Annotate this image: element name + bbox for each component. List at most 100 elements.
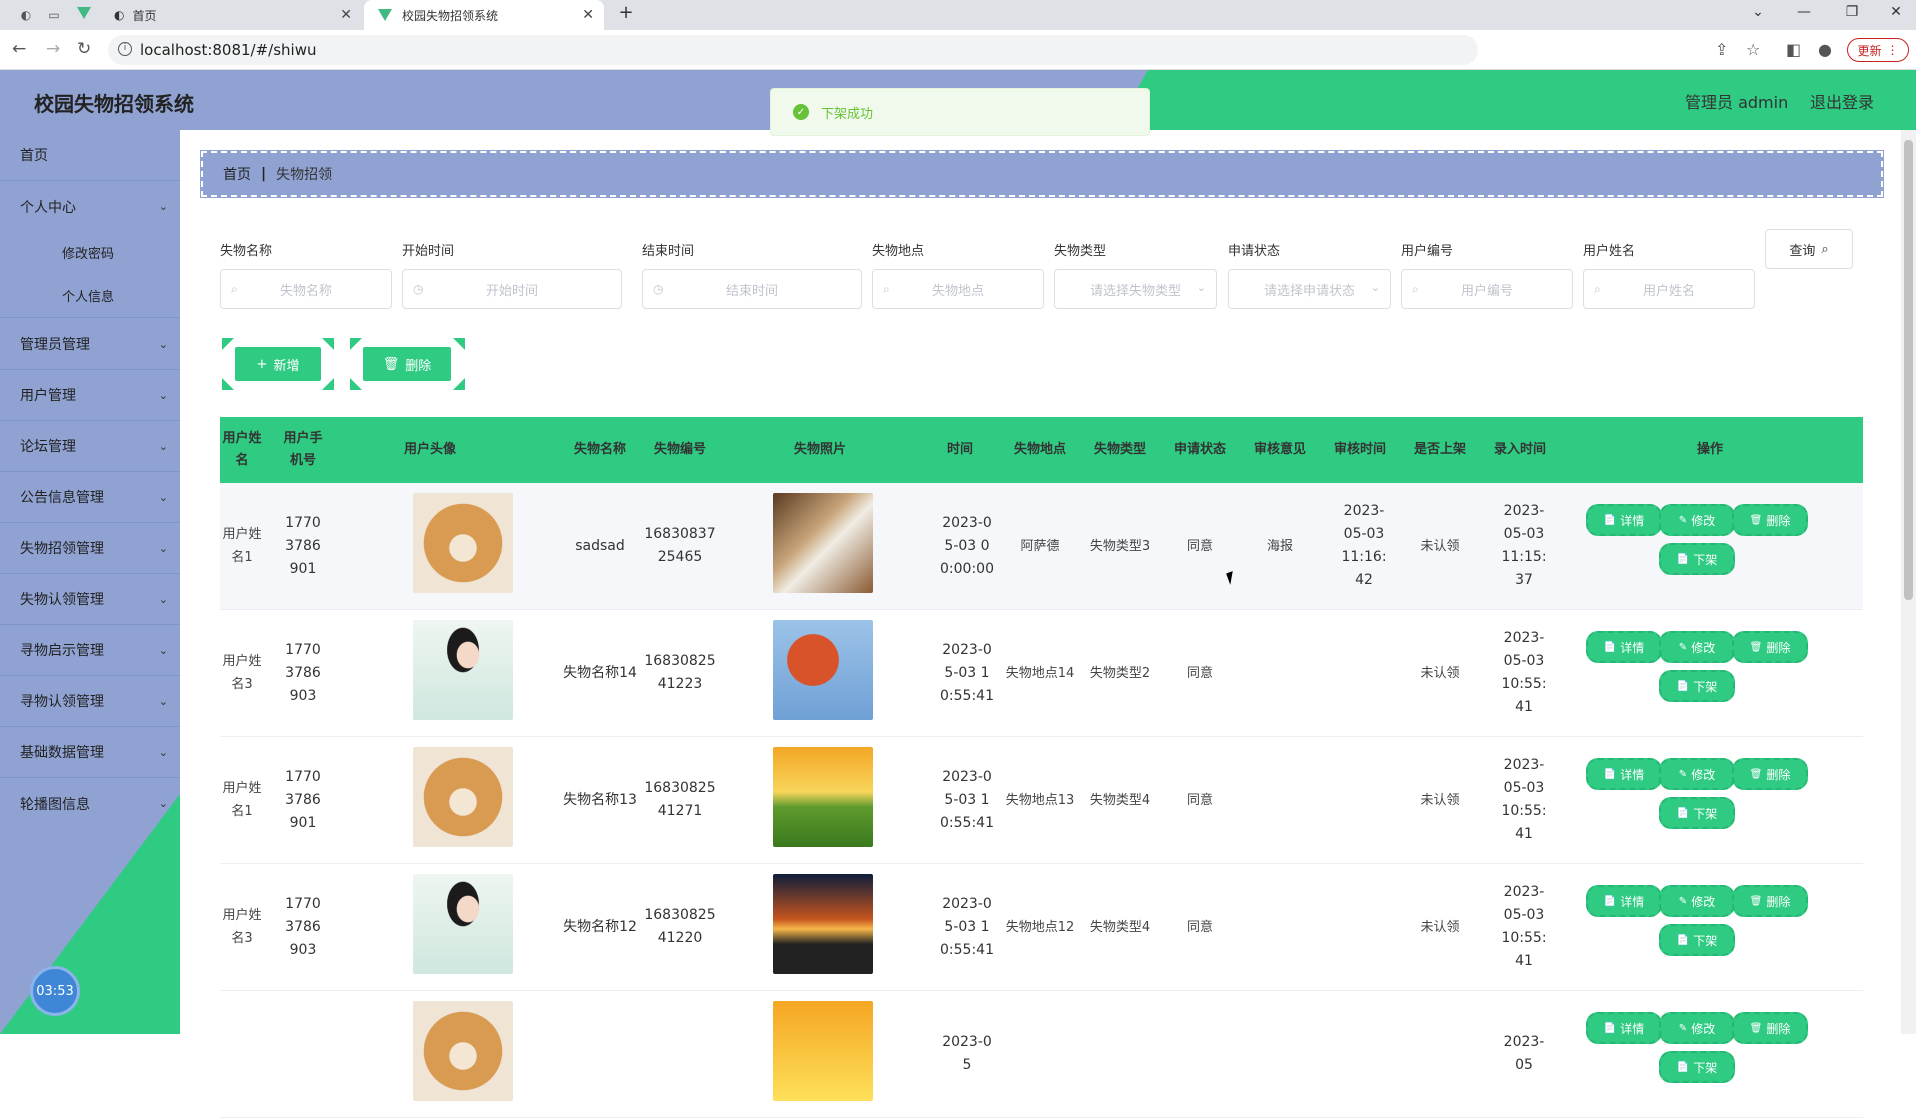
globe-icon[interactable]: ◐ [18,7,34,23]
profile-icon[interactable]: ● [1818,40,1832,59]
apply-status-select[interactable]: 请选择申请状态 ⌄ [1228,269,1391,309]
sidebar-item-user-mgmt[interactable]: 用户管理 ⌄ [0,370,180,421]
chevron-down-icon: ⌄ [158,337,168,351]
item-photo[interactable] [773,620,873,720]
sidebar-item-forum-mgmt[interactable]: 论坛管理 ⌄ [0,421,180,472]
input-placeholder: 用户编号 [1460,283,1513,299]
cell-item-name: 失物名称13 [563,791,637,808]
update-button[interactable]: 更新 ⋮ [1847,38,1909,62]
batch-delete-button[interactable]: 🗑 删除 [363,347,451,381]
chevron-down-icon[interactable]: ⌄ [1744,4,1772,20]
close-icon[interactable]: ✕ [340,7,352,23]
avatar-image[interactable] [413,1001,513,1101]
delete-button[interactable]: 🗑 删除 [1732,504,1808,536]
op-label: 下架 [1693,1060,1718,1075]
cell-user-name: 用户姓名1 [222,781,262,819]
sidebar-item-admin-mgmt[interactable]: 管理员管理 ⌄ [0,319,180,370]
sidebar-item-label: 首页 [20,148,48,164]
sidebar-item-personal-center[interactable]: 个人中心 ⌄ [0,181,180,232]
new-tab-icon[interactable]: + [612,2,640,23]
query-button[interactable]: 查询 ⌕ [1765,229,1853,269]
delete-button[interactable]: 🗑 删除 [1732,885,1808,917]
url-field[interactable]: i localhost:8081/#/shiwu [108,35,1478,65]
delete-button[interactable]: 🗑 删除 [1732,1012,1808,1044]
detail-button[interactable]: 📄 详情 [1586,885,1662,917]
start-time-input[interactable]: ◷ 开始时间 [402,269,622,309]
share-icon[interactable]: ⇪ [1715,40,1728,59]
vue-icon[interactable] [76,5,92,21]
avatar-image[interactable] [413,493,513,593]
document-icon: 📄 [1603,514,1617,526]
sidebar-item-carousel[interactable]: 轮播图信息 ⌄ [0,778,180,829]
cell-apply-status [1160,991,1240,1117]
edit-button[interactable]: ✎ 修改 [1659,504,1735,536]
sidepanel-icon[interactable]: ◧ [1786,40,1801,59]
detail-button[interactable]: 📄 详情 [1586,504,1662,536]
clock-icon: ◷ [653,282,664,296]
offshelf-button[interactable]: 📄 下架 [1659,670,1735,702]
sidebar-item-base-data-mgmt[interactable]: 基础数据管理 ⌄ [0,727,180,778]
detail-button[interactable]: 📄 详情 [1586,1012,1662,1044]
detail-button[interactable]: 📄 详情 [1586,631,1662,663]
sidebar-sub-change-password[interactable]: 修改密码 [0,230,180,274]
back-icon[interactable]: ← [12,39,26,59]
sidebar: 首页 个人中心 ⌄ 修改密码 个人信息 管理员管理 ⌄ 用户管理 ⌄ 论坛管理 ⌄ 公告… [0,130,180,1034]
info-icon[interactable]: i [118,42,132,56]
search-icon: ⌕ [1594,282,1601,296]
tab-home[interactable]: ◐ 首页 ✕ [100,0,362,30]
reload-icon[interactable]: ↻ [77,39,91,59]
cell-phone: 17703786901 [285,514,321,577]
item-type-select[interactable]: 请选择失物类型 ⌄ [1054,269,1217,309]
edit-button[interactable]: ✎ 修改 [1659,885,1735,917]
edit-button[interactable]: ✎ 修改 [1659,631,1735,663]
item-photo[interactable] [773,874,873,974]
close-window-icon[interactable]: ✕ [1882,4,1910,20]
detail-button[interactable]: 📄 详情 [1586,758,1662,790]
item-photo[interactable] [773,747,873,847]
sidebar-item-notice-mgmt[interactable]: 公告信息管理 ⌄ [0,472,180,523]
tab-active[interactable]: 校园失物招领系统 ✕ [364,0,604,30]
sidebar-item-search-notice-mgmt[interactable]: 寻物启示管理 ⌄ [0,625,180,676]
delete-button[interactable]: 🗑 删除 [1732,631,1808,663]
end-time-input[interactable]: ◷ 结束时间 [642,269,862,309]
close-icon[interactable]: ✕ [582,7,594,23]
scrollbar-thumb[interactable] [1904,140,1913,600]
avatar-image[interactable] [413,620,513,720]
cell-shelved: 未认领 [1420,665,1460,681]
sidebar-item-search-claim-mgmt[interactable]: 寻物认领管理 ⌄ [0,676,180,727]
logout-link[interactable]: 退出登录 [1810,89,1874,113]
cell-time: 2023-05-03 10:55:41 [940,641,994,704]
offshelf-button[interactable]: 📄 下架 [1659,924,1735,956]
add-button[interactable]: + 新增 [235,347,321,381]
sidebar-sub-personal-info[interactable]: 个人信息 [0,274,180,318]
sidebar-item-lost-found-mgmt[interactable]: 失物招领管理 ⌄ [0,523,180,574]
user-no-input[interactable]: ⌕ 用户编号 [1401,269,1573,309]
delete-button[interactable]: 🗑 删除 [1732,758,1808,790]
user-name-input[interactable]: ⌕ 用户姓名 [1583,269,1755,309]
edit-button[interactable]: ✎ 修改 [1659,1012,1735,1044]
item-name-input[interactable]: ⌕ 失物名称 [220,269,392,309]
breadcrumb-current: 失物招领 [276,167,333,183]
offshelf-button[interactable]: 📄 下架 [1659,543,1735,575]
blank-tab-icon[interactable]: ▭ [46,7,62,23]
avatar-image[interactable] [413,747,513,847]
edit-button[interactable]: ✎ 修改 [1659,758,1735,790]
restore-icon[interactable]: ❐ [1838,4,1866,20]
cell-type: 失物类型4 [1089,792,1151,808]
input-placeholder: 开始时间 [485,283,538,299]
sidebar-item-home[interactable]: 首页 [0,130,180,181]
trash-icon: 🗑 [1749,641,1763,653]
avatar-image[interactable] [413,874,513,974]
forward-icon[interactable]: → [46,39,60,59]
offshelf-button[interactable]: 📄 下架 [1659,1051,1735,1083]
item-place-input[interactable]: ⌕ 失物地点 [872,269,1044,309]
pencil-icon: ✎ [1678,895,1688,907]
cell-type [1080,991,1160,1117]
breadcrumb-home[interactable]: 首页 [223,164,251,184]
sidebar-item-claim-mgmt[interactable]: 失物认领管理 ⌄ [0,574,180,625]
item-photo[interactable] [773,493,873,593]
item-photo[interactable] [773,1001,873,1101]
minimize-icon[interactable]: — [1790,4,1818,20]
offshelf-button[interactable]: 📄 下架 [1659,797,1735,829]
star-icon[interactable]: ☆ [1746,40,1760,59]
